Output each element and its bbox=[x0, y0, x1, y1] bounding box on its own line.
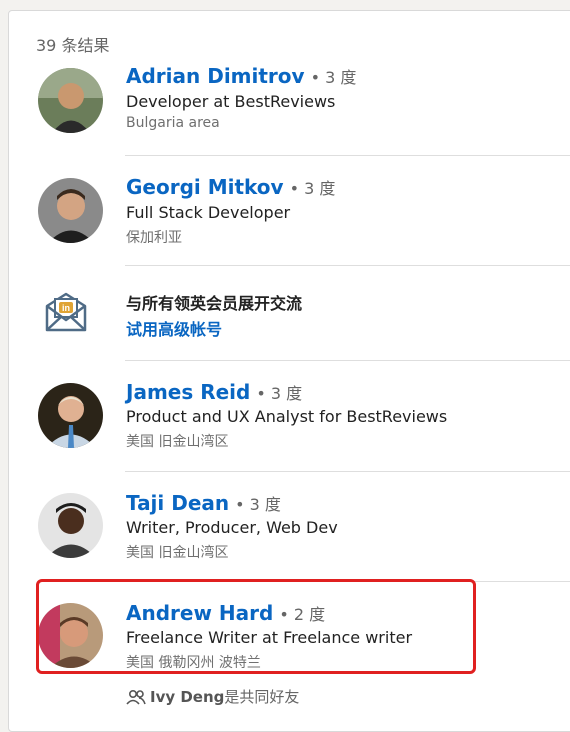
connection-degree: • 3 度 bbox=[289, 179, 336, 198]
person-headline: Writer, Producer, Web Dev bbox=[126, 518, 338, 537]
try-premium-link[interactable]: 试用高级帐号 bbox=[126, 316, 222, 340]
person-location: Bulgaria area bbox=[126, 115, 220, 131]
person-headline: Full Stack Developer bbox=[126, 203, 291, 222]
person-location: 保加利亚 bbox=[126, 230, 182, 246]
linkedin-mail-icon: in bbox=[44, 290, 88, 338]
svg-text:in: in bbox=[62, 303, 70, 313]
results-count: 39 条结果 bbox=[36, 36, 110, 55]
divider bbox=[125, 360, 570, 361]
mutual-connection-text: 是共同好友 bbox=[224, 688, 300, 706]
avatar[interactable] bbox=[38, 383, 103, 448]
person-name-link[interactable]: James Reid bbox=[126, 380, 250, 404]
person-name-link[interactable]: Georgi Mitkov bbox=[126, 175, 284, 199]
connection-degree: • 3 度 bbox=[256, 384, 303, 403]
person-name-link[interactable]: Adrian Dimitrov bbox=[126, 64, 305, 88]
person-name-line: James Reid • 3 度 bbox=[126, 380, 302, 404]
person-name-line: Adrian Dimitrov • 3 度 bbox=[126, 64, 356, 88]
divider bbox=[125, 265, 570, 266]
promo-title: 与所有领英会员展开交流 bbox=[126, 294, 303, 313]
person-name-line: Taji Dean • 3 度 bbox=[126, 491, 281, 515]
person-location: 美国 旧金山湾区 bbox=[126, 434, 229, 450]
person-name-link[interactable]: Taji Dean bbox=[126, 491, 229, 515]
people-icon bbox=[126, 689, 146, 709]
avatar[interactable] bbox=[38, 178, 103, 243]
connection-degree: • 3 度 bbox=[235, 495, 281, 514]
avatar[interactable] bbox=[38, 68, 103, 133]
connection-degree: • 3 度 bbox=[310, 68, 357, 87]
mutual-connection[interactable]: Ivy Deng是共同好友 bbox=[126, 686, 299, 709]
person-location: 美国 旧金山湾区 bbox=[126, 545, 229, 561]
avatar[interactable] bbox=[38, 493, 103, 558]
person-name-line: Georgi Mitkov • 3 度 bbox=[126, 175, 335, 199]
person-headline: Product and UX Analyst for BestReviews bbox=[126, 407, 448, 426]
highlight-box bbox=[36, 579, 476, 674]
person-headline: Developer at BestReviews bbox=[126, 92, 336, 111]
mutual-connection-name[interactable]: Ivy Deng bbox=[150, 688, 224, 706]
divider bbox=[125, 471, 570, 472]
divider bbox=[125, 155, 570, 156]
